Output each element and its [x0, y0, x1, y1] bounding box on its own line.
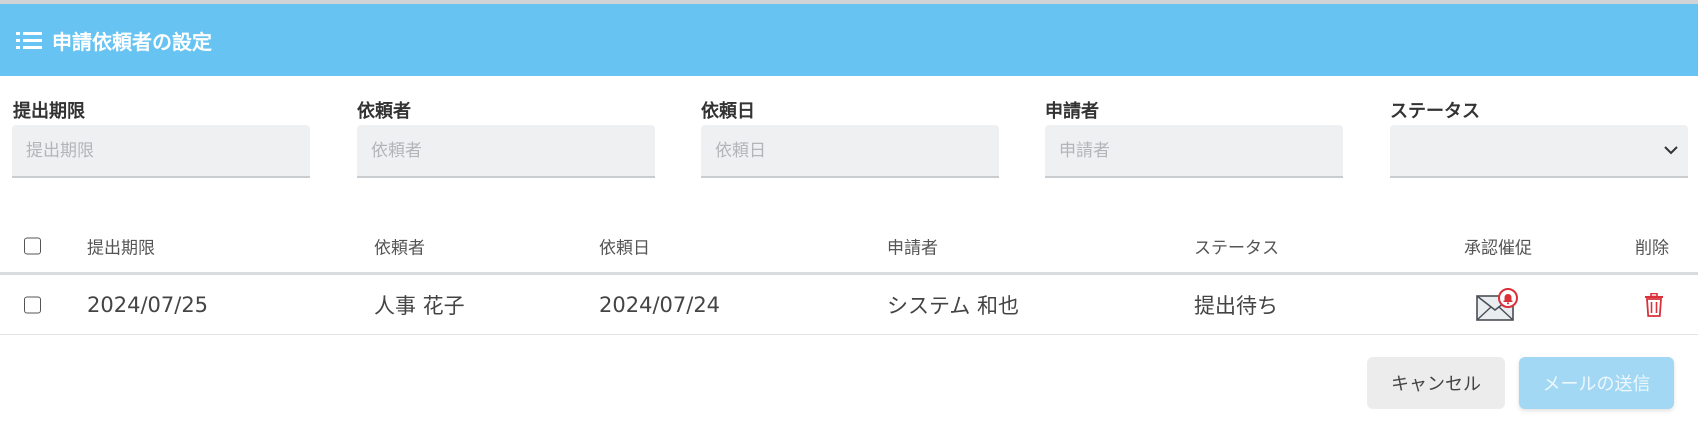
cell-deadline: 2024/07/25	[87, 292, 209, 317]
requester-table: 提出期限 依頼者 依頼日 申請者 ステータス 承認催促 削除 2024/07/2…	[0, 220, 1698, 335]
cell-status: 提出待ち	[1194, 293, 1278, 318]
column-header-request-date: 依頼日	[599, 238, 650, 259]
chevron-down-icon	[1664, 146, 1678, 155]
send-mail-button[interactable]: メールの送信	[1519, 357, 1674, 409]
cancel-button[interactable]: キャンセル	[1367, 357, 1505, 409]
table-row: 2024/07/25 人事 花子 2024/07/24 システム 和也 提出待ち	[0, 275, 1698, 335]
column-header-reminder: 承認催促	[1464, 238, 1532, 259]
deadline-filter-input[interactable]	[12, 125, 310, 178]
dialog-title: 申請依頼者の設定	[52, 29, 212, 54]
filter-label-status: ステータス	[1390, 101, 1480, 122]
cell-applicant: システム 和也	[887, 293, 1020, 318]
requester-filter-input[interactable]	[357, 125, 655, 178]
dialog-header: 申請依頼者の設定	[0, 4, 1698, 76]
mail-bell-icon[interactable]	[1476, 287, 1518, 322]
column-header-applicant: 申請者	[887, 238, 938, 259]
list-icon	[16, 32, 42, 49]
filter-label-requester: 依頼者	[357, 101, 411, 122]
table-header: 提出期限 依頼者 依頼日 申請者 ステータス 承認催促 削除	[0, 220, 1698, 275]
cell-request-date: 2024/07/24	[599, 292, 721, 317]
filter-label-request-date: 依頼日	[701, 101, 755, 122]
applicant-filter-input[interactable]	[1045, 125, 1343, 178]
column-header-status: ステータス	[1194, 238, 1279, 259]
request-date-filter-input[interactable]	[701, 125, 999, 178]
row-checkbox[interactable]	[24, 296, 41, 313]
trash-icon[interactable]	[1644, 292, 1664, 317]
column-header-delete: 削除	[1635, 238, 1669, 259]
status-filter-select[interactable]	[1390, 125, 1688, 178]
column-header-requester: 依頼者	[374, 238, 425, 259]
filter-label-applicant: 申請者	[1045, 101, 1099, 122]
select-all-checkbox[interactable]	[24, 237, 41, 255]
cell-requester: 人事 花子	[374, 293, 465, 318]
filter-label-deadline: 提出期限	[13, 101, 85, 122]
column-header-deadline: 提出期限	[87, 238, 155, 259]
